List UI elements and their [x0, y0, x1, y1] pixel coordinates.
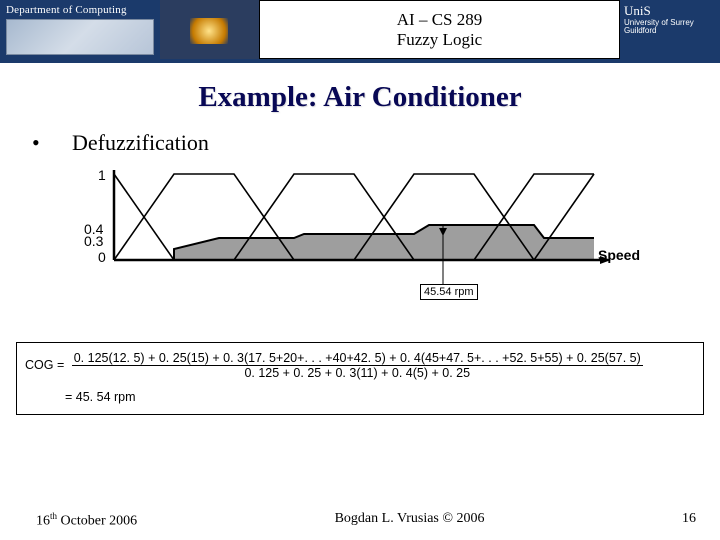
cog-result: = 45. 54 rpm: [65, 390, 695, 404]
footer-page: 16: [682, 511, 696, 530]
unis-logo-text: UniS: [624, 3, 716, 19]
cog-equation: COG = 0. 125(12. 5) + 0. 25(15) + 0. 3(1…: [25, 351, 695, 380]
page-title: Example: Air Conditioner: [0, 81, 720, 114]
dept-block: Department of Computing: [0, 0, 160, 59]
cog-fraction: 0. 125(12. 5) + 0. 25(15) + 0. 3(17. 5+2…: [72, 351, 643, 380]
course-topic: Fuzzy Logic: [397, 30, 482, 50]
dept-label: Department of Computing: [6, 4, 154, 16]
x-arrow-icon: [600, 256, 611, 264]
cog-numerator: 0. 125(12. 5) + 0. 25(15) + 0. 3(17. 5+2…: [72, 351, 643, 366]
cog-formula-box: COG = 0. 125(12. 5) + 0. 25(15) + 0. 3(1…: [16, 342, 704, 415]
cog-output-box: 45.54 rpm: [420, 284, 478, 300]
screen-glow-icon: [190, 18, 228, 44]
fuzzy-chart: 1 0.4 0.3 0 Speed: [80, 168, 640, 308]
slide-header: Department of Computing AI – CS 289 Fuzz…: [0, 0, 720, 63]
course-title-box: AI – CS 289 Fuzzy Logic: [260, 0, 620, 59]
cog-denominator: 0. 125 + 0. 25 + 0. 3(11) + 0. 4(5) + 0.…: [72, 366, 643, 380]
lab-photo: [6, 19, 154, 55]
uni-logo-block: UniS University of Surrey Guildford: [620, 0, 720, 59]
footer-author: Bogdan L. Vrusias © 2006: [335, 511, 485, 530]
uni-city: Guildford: [624, 27, 716, 35]
bullet-row: • Defuzzification: [32, 130, 720, 156]
bullet-text: Defuzzification: [72, 130, 209, 156]
course-code: AI – CS 289: [397, 10, 482, 30]
mid-photo: [160, 0, 260, 59]
slide-footer: 16th October 2006 Bogdan L. Vrusias © 20…: [0, 511, 720, 530]
footer-date: 16th October 2006: [36, 511, 137, 530]
chart-svg: [80, 168, 640, 308]
bullet-dot: •: [32, 130, 72, 156]
cog-lhs: COG =: [25, 358, 68, 372]
